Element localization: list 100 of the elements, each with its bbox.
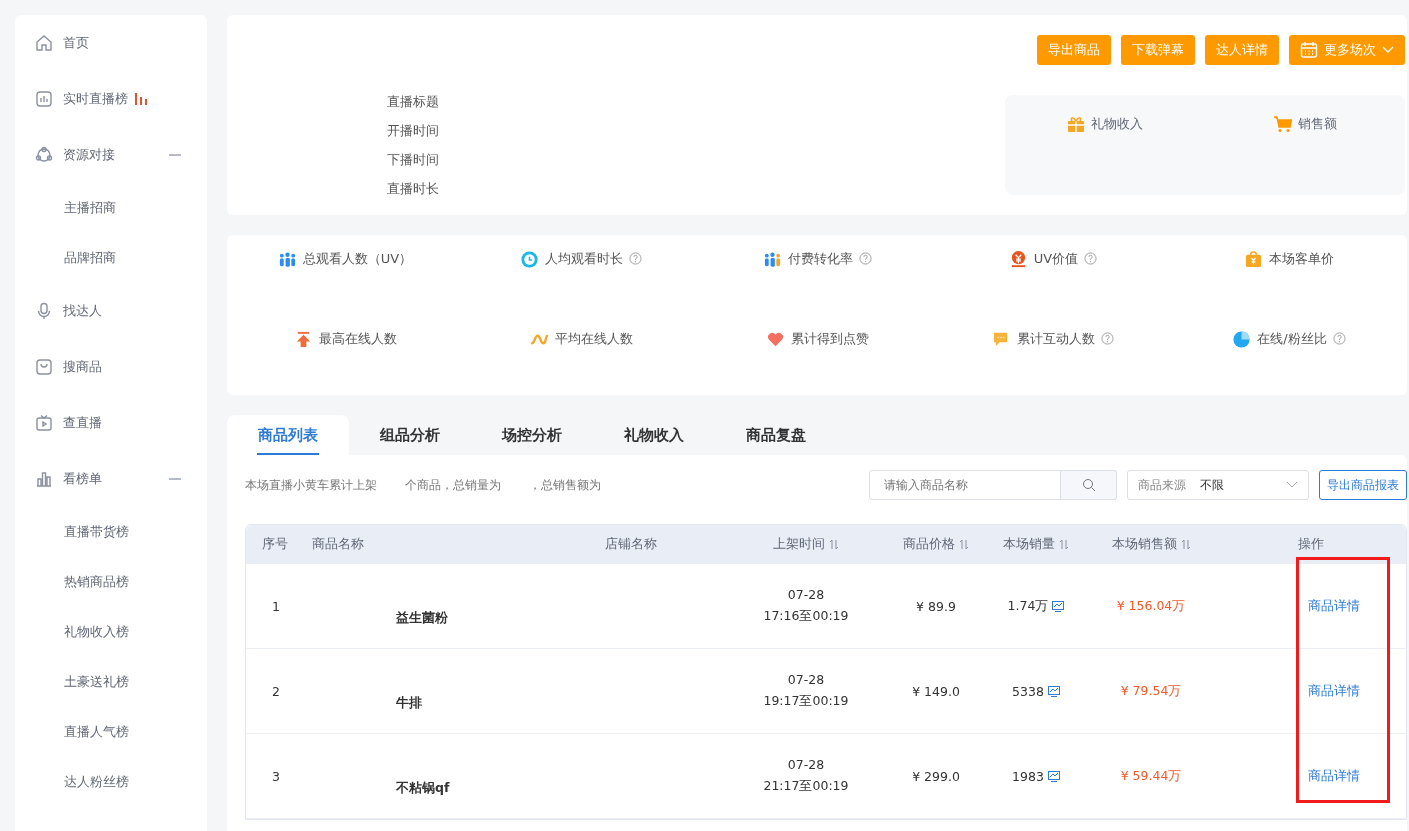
metric-label: 本场客单价 xyxy=(1269,250,1334,268)
tab[interactable]: 礼物收入 xyxy=(593,415,715,455)
tab[interactable]: 商品列表 xyxy=(227,415,349,455)
help-icon[interactable] xyxy=(1084,251,1098,265)
sort-icon[interactable] xyxy=(959,538,969,550)
bars-icon xyxy=(35,470,53,488)
sidebar-item[interactable]: 实时直播榜 xyxy=(15,71,207,127)
sidebar-subitem[interactable]: 达人粉丝榜 xyxy=(15,757,207,807)
field-label: 直播时长 xyxy=(387,180,440,198)
search-field[interactable]: 请输入商品名称 xyxy=(869,470,1061,500)
pie-icon xyxy=(1232,329,1252,349)
stat-label: 销售额 xyxy=(1297,115,1337,133)
column-header: 操作 xyxy=(1298,535,1324,553)
price-cell-text: ¥ 149.0 xyxy=(911,683,961,699)
metric-label: 总观看人数（UV） xyxy=(302,250,413,268)
metric-label: 付费转化率 xyxy=(787,250,853,268)
summary-text: ，总销售额为 xyxy=(529,476,601,494)
product-detail-link[interactable]: 商品详情 xyxy=(1308,597,1360,615)
sidebar-item[interactable]: 首页 xyxy=(15,15,207,71)
column-header: 序号 xyxy=(262,535,288,553)
trend-chart-icon[interactable] xyxy=(1047,770,1060,782)
help-icon[interactable] xyxy=(1332,331,1346,345)
table-cell-text: 1 xyxy=(271,598,281,614)
column-header: 本场销量 xyxy=(1003,535,1055,553)
column-header: 商品价格 xyxy=(903,535,955,553)
field-label: 下播时间 xyxy=(387,151,440,169)
sidebar-item[interactable]: 找达人 xyxy=(15,283,207,339)
column-header: 店铺名称 xyxy=(605,535,657,553)
sales-amount: ¥ 156.04万 xyxy=(1115,597,1187,615)
price-cell-text: ¥ 89.9 xyxy=(915,598,957,614)
cart-icon xyxy=(1273,115,1292,133)
calendar-icon xyxy=(1300,41,1318,59)
sort-icon[interactable] xyxy=(1059,538,1069,550)
summary-text: 本场直播小黄车累计上架 xyxy=(245,476,377,494)
product-name: 牛排 xyxy=(395,694,423,712)
table-cell: 07-28 xyxy=(787,757,825,772)
chart-icon xyxy=(35,90,53,108)
home-icon xyxy=(35,34,53,52)
table-cell: 5338 xyxy=(1012,683,1044,699)
trend-chart-icon[interactable] xyxy=(1052,600,1065,612)
help-icon[interactable] xyxy=(1101,331,1114,345)
table-cell-text: 2 xyxy=(271,683,281,699)
tab[interactable]: 组品分析 xyxy=(349,415,471,455)
sort-icon[interactable] xyxy=(1180,538,1191,550)
tv-icon xyxy=(35,414,53,432)
help-icon[interactable] xyxy=(858,251,872,265)
mic-icon xyxy=(35,302,53,320)
tab[interactable]: 场控分析 xyxy=(471,415,593,455)
product-name: 不粘锅qf xyxy=(395,779,451,797)
product-name: 益生菌粉 xyxy=(395,609,449,627)
table-cell-text: 3 xyxy=(271,768,281,784)
bag-icon xyxy=(1244,249,1263,269)
sidebar-subitem[interactable]: 主播招商 xyxy=(15,183,207,233)
metric-label: 最高在线人数 xyxy=(318,330,397,348)
sidebar-item[interactable]: 搜商品 xyxy=(15,339,207,395)
trend-chart-icon[interactable] xyxy=(1047,685,1060,697)
search-button[interactable] xyxy=(1061,470,1117,500)
source-select[interactable]: 商品来源 不限 xyxy=(1127,470,1309,500)
price-cell-text: ¥ 299.0 xyxy=(911,768,961,784)
metric-label: 人均观看时长 xyxy=(545,250,623,268)
product-detail-link[interactable]: 商品详情 xyxy=(1308,682,1360,700)
tab[interactable]: 商品复盘 xyxy=(715,415,837,455)
nodes-icon xyxy=(35,146,53,164)
metric-label: UV价值 xyxy=(1033,250,1079,268)
export-button[interactable]: 导出商品报表 xyxy=(1319,470,1407,500)
table-cell: 17:16至00:19 xyxy=(763,608,849,625)
table-cell: 1983 xyxy=(1012,768,1044,784)
sidebar-item[interactable]: 资源对接 xyxy=(15,127,207,183)
sidebar-subitem[interactable]: 礼物收入榜 xyxy=(15,607,207,657)
chevron-down-icon xyxy=(1286,481,1298,489)
sidebar-item[interactable]: 看榜单 xyxy=(15,451,207,507)
summary-text: 个商品，总销量为 xyxy=(405,476,501,494)
help-icon[interactable] xyxy=(629,251,642,265)
stat-label: 礼物收入 xyxy=(1091,115,1143,133)
column-header: 上架时间 xyxy=(773,535,825,553)
sales-amount: ¥ 59.44万 xyxy=(1119,767,1183,785)
search-icon xyxy=(1081,478,1096,492)
sidebar-item[interactable]: 查直播 xyxy=(15,395,207,451)
sidebar-subitem[interactable]: 直播带货榜 xyxy=(15,507,207,557)
bag-icon xyxy=(35,358,53,376)
column-header: 商品名称 xyxy=(312,535,364,553)
column-header: 本场销售额 xyxy=(1111,535,1177,553)
product-detail-link[interactable]: 商品详情 xyxy=(1308,767,1360,785)
metric-label: 累计得到点赞 xyxy=(790,330,869,348)
sidebar-subitem[interactable]: 热销商品榜 xyxy=(15,557,207,607)
sales-amount: ¥ 79.54万 xyxy=(1119,682,1183,700)
clock-icon xyxy=(520,249,539,269)
chevron-down-icon xyxy=(1382,46,1394,54)
table-cell: 07-28 xyxy=(787,587,825,602)
metric-label: 累计互动人数 xyxy=(1017,330,1095,348)
sidebar-subitem[interactable]: 品牌招商 xyxy=(15,233,207,283)
field-label: 开播时间 xyxy=(387,122,440,140)
table-cell: 07-28 xyxy=(787,672,825,687)
sort-icon[interactable] xyxy=(829,538,839,550)
sidebar-subitem[interactable]: 土豪送礼榜 xyxy=(15,657,207,707)
gift-icon xyxy=(1067,115,1085,133)
table-cell: 21:17至00:19 xyxy=(763,778,849,795)
sidebar-subitem[interactable]: 直播人气榜 xyxy=(15,707,207,757)
field-label: 直播标题 xyxy=(387,93,440,111)
table-cell: 1.74万 xyxy=(1007,597,1049,615)
